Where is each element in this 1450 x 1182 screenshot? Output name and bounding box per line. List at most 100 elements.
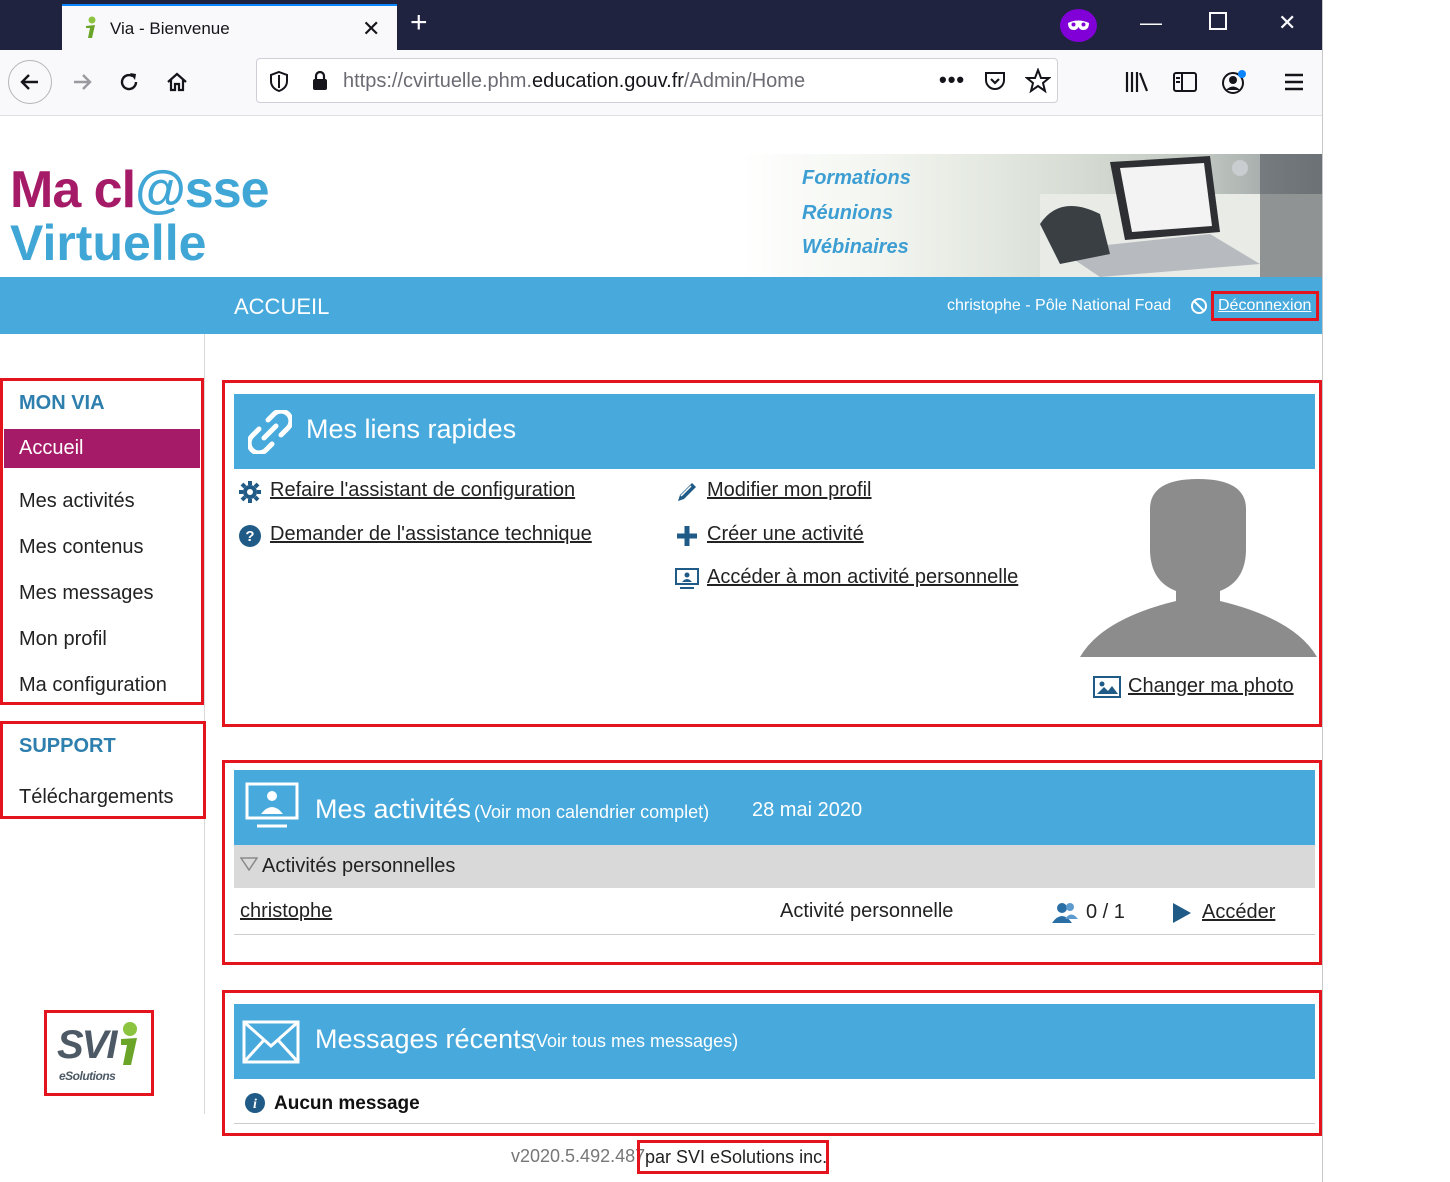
sidebar-item-ma-configuration[interactable]: Ma configuration: [19, 674, 167, 697]
tagline-formations: Formations: [802, 167, 911, 189]
link-refaire-assistant[interactable]: Refaire l'assistant de configuration: [270, 479, 575, 502]
back-arrow-icon: [20, 74, 38, 90]
access-link[interactable]: Accéder: [1202, 901, 1275, 924]
no-message-text: Aucun message: [274, 1093, 420, 1114]
svg-text:i: i: [253, 1097, 257, 1112]
top-nav-bar: ACCUEIL christophe - Pôle National Foad …: [0, 277, 1322, 334]
site-logo-line2: Virtuelle: [10, 215, 207, 271]
messages-title: Messages récents: [315, 1024, 535, 1054]
presentation-icon: [675, 568, 699, 589]
plus-icon: [677, 526, 697, 546]
participants-icon: [1052, 903, 1078, 923]
envelope-icon: [242, 1020, 300, 1064]
web-page: Ma cl@sse Virtuelle Formations Réunions …: [0, 116, 1322, 1182]
via-favicon-icon: [86, 16, 96, 38]
new-tab-icon[interactable]: +: [410, 6, 428, 40]
avatar[interactable]: [1080, 479, 1317, 657]
svi-i-icon: [121, 1022, 137, 1065]
browser-tab[interactable]: Via - Bienvenue ✕: [62, 4, 397, 50]
link-modifier-profil[interactable]: Modifier mon profil: [707, 479, 872, 502]
collapse-triangle-icon: [240, 857, 258, 871]
version-text: v2020.5.492.487: [511, 1146, 646, 1166]
change-photo-label: Changer ma photo: [1128, 675, 1294, 697]
sidebar-item-mes-contenus[interactable]: Mes contenus: [19, 536, 144, 559]
logout-icon[interactable]: [1190, 297, 1208, 315]
reload-button[interactable]: [107, 60, 151, 104]
sidebar-item-telechargements[interactable]: Téléchargements: [19, 786, 174, 809]
menu-icon[interactable]: [1282, 70, 1306, 94]
minimize-icon[interactable]: —: [1140, 10, 1162, 36]
private-browsing-icon: [1060, 9, 1097, 42]
sidebar-toggle-icon[interactable]: [1172, 70, 1198, 94]
browser-window: Via - Bienvenue ✕ + — ✕ https://cvirtuel…: [0, 0, 1323, 1182]
play-icon[interactable]: [1171, 901, 1193, 925]
tagline-reunions: Réunions: [802, 202, 894, 224]
logout-highlight: Déconnexion: [1211, 291, 1319, 321]
lock-icon[interactable]: [311, 70, 329, 92]
pencil-icon: [678, 483, 696, 501]
footer-credit-box: par SVI eSolutions inc.: [637, 1140, 829, 1174]
sidebar-section-mon-via: MON VIA: [19, 392, 105, 414]
presentation-screen-icon: [245, 782, 299, 828]
sidebar-item-accueil[interactable]: Accueil: [4, 429, 200, 468]
navigation-toolbar: https://cvirtuelle.phm.education.gouv.fr…: [0, 50, 1322, 116]
quick-links-panel: Mes liens rapides Refaire l'assistant de…: [222, 380, 1322, 727]
close-window-icon[interactable]: ✕: [1278, 10, 1296, 36]
forward-button[interactable]: [60, 60, 104, 104]
link-chain-icon: [248, 410, 292, 454]
calendar-link[interactable]: (Voir mon calendrier complet): [474, 802, 709, 823]
participants-count: 0 / 1: [1086, 901, 1125, 923]
activities-date: 28 mai 2020: [752, 799, 863, 821]
sidebar-item-mon-profil[interactable]: Mon profil: [19, 628, 107, 651]
library-icon[interactable]: [1124, 70, 1150, 94]
home-icon: [167, 72, 187, 92]
tracking-shield-icon[interactable]: [269, 70, 289, 92]
activities-panel: Mes activités (Voir mon calendrier compl…: [222, 760, 1322, 965]
bookmark-star-icon[interactable]: [1025, 68, 1051, 94]
row-divider: [234, 1123, 1315, 1124]
sidebar-item-mes-messages[interactable]: Mes messages: [19, 582, 154, 605]
forward-arrow-icon: [74, 74, 92, 90]
site-logo-line1: Ma cl@sse: [10, 161, 270, 219]
url-bar[interactable]: https://cvirtuelle.phm.education.gouv.fr…: [256, 58, 1058, 103]
maximize-icon[interactable]: [1209, 12, 1227, 30]
logout-link[interactable]: Déconnexion: [1218, 297, 1311, 315]
sidebar-item-label: Accueil: [19, 437, 84, 459]
group-title: Activités personnelles: [262, 855, 456, 877]
gear-icon: [239, 481, 261, 503]
user-info: christophe - Pôle National Foad: [947, 297, 1172, 314]
svi-logo-box: SVI eSolutions: [44, 1010, 154, 1096]
close-tab-icon[interactable]: ✕: [362, 16, 380, 42]
sidebar-section-support: SUPPORT: [19, 735, 116, 757]
image-icon: [1093, 676, 1121, 698]
messages-header: Messages récents (Voir tous mes messages…: [234, 1004, 1315, 1079]
sidebar-item-mes-activites[interactable]: Mes activités: [19, 490, 135, 513]
messages-panel: Messages récents (Voir tous mes messages…: [222, 990, 1322, 1136]
url-text[interactable]: https://cvirtuelle.phm.education.gouv.fr…: [343, 70, 805, 93]
home-button[interactable]: [155, 60, 199, 104]
svi-logo[interactable]: SVI eSolutions: [55, 1021, 143, 1087]
page-title: ACCUEIL: [234, 294, 330, 319]
account-icon[interactable]: [1220, 68, 1248, 96]
all-messages-link[interactable]: (Voir tous mes messages): [530, 1031, 738, 1052]
tab-bar: Via - Bienvenue ✕ + — ✕: [0, 0, 1322, 50]
link-creer-activite[interactable]: Créer une activité: [707, 523, 864, 546]
group-header[interactable]: Activités personnelles: [234, 845, 1315, 888]
help-icon: ?: [239, 525, 261, 547]
tagline-webinaires: Wébinaires: [802, 236, 909, 258]
activity-name-link[interactable]: christophe: [240, 900, 332, 923]
site-banner: Ma cl@sse Virtuelle Formations Réunions …: [0, 154, 1322, 277]
link-activite-personnelle[interactable]: Accéder à mon activité personnelle: [707, 566, 1018, 589]
pocket-icon[interactable]: [983, 69, 1007, 93]
link-assistance-technique[interactable]: Demander de l'assistance technique: [270, 523, 592, 546]
back-button[interactable]: [8, 60, 52, 104]
activities-header: Mes activités (Voir mon calendrier compl…: [234, 770, 1315, 845]
quick-links-title: Mes liens rapides: [306, 414, 517, 444]
page-actions-icon[interactable]: •••: [939, 67, 965, 93]
footer-credit[interactable]: par SVI eSolutions inc.: [645, 1147, 827, 1168]
info-icon: i: [245, 1093, 265, 1113]
reload-icon: [120, 73, 138, 91]
activity-type: Activité personnelle: [780, 900, 954, 922]
activities-title: Mes activités: [315, 794, 472, 824]
quick-links-header: Mes liens rapides: [234, 394, 1315, 469]
